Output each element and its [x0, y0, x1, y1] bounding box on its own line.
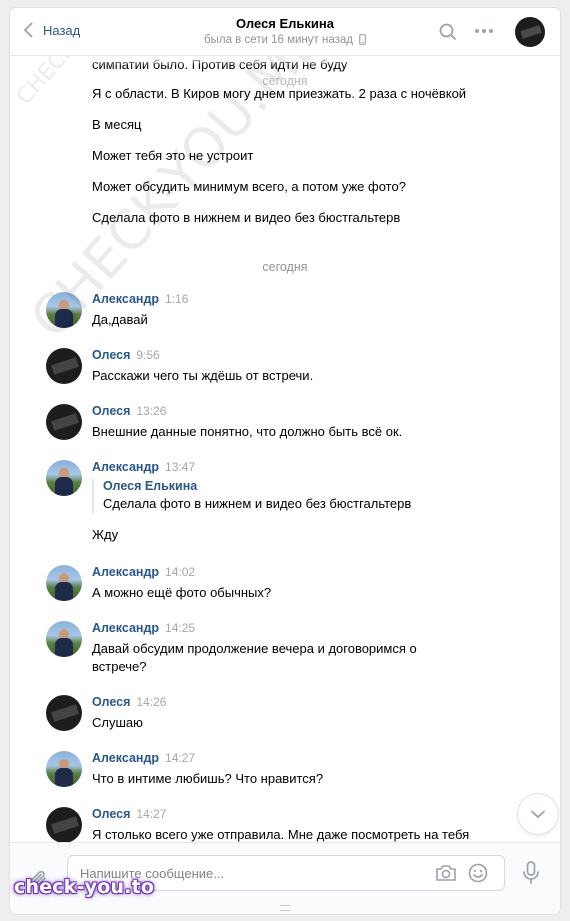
- back-button[interactable]: Назад: [24, 22, 80, 38]
- avatar[interactable]: [46, 751, 82, 787]
- message-time[interactable]: 14:27: [165, 751, 195, 765]
- message-time[interactable]: 13:47: [165, 460, 195, 474]
- message-text: Жду: [92, 527, 119, 542]
- message-time[interactable]: 13:26: [136, 404, 166, 418]
- message-author[interactable]: Олеся 14:27: [92, 807, 166, 821]
- camera-icon[interactable]: [435, 864, 457, 882]
- chat-panel: Назад Олеся Елькина была в сети 16 минут…: [10, 8, 560, 914]
- message-time[interactable]: 14:27: [136, 807, 166, 821]
- search-icon[interactable]: [439, 23, 457, 41]
- emoji-icon[interactable]: [468, 863, 488, 883]
- message-text: А можно ещё фото обычных?: [92, 585, 272, 600]
- back-chevron-icon: [24, 22, 33, 38]
- forwarded-quote[interactable]: Олеся Елькина Сделала фото в нижнем и ви…: [92, 479, 411, 513]
- message-text: Да,давай: [92, 312, 148, 327]
- message-time[interactable]: 14:02: [165, 565, 195, 579]
- avatar[interactable]: [46, 807, 82, 842]
- peer-status-text: была в сети 16 минут назад: [204, 34, 353, 46]
- avatar[interactable]: [46, 621, 82, 657]
- peer-avatar[interactable]: [515, 17, 545, 47]
- message-author[interactable]: Александр 13:47: [92, 460, 195, 474]
- history-fade: [10, 56, 560, 66]
- avatar[interactable]: [46, 460, 82, 496]
- chat-header: Назад Олеся Елькина была в сети 16 минут…: [10, 8, 560, 56]
- message-text: Давай обсудим продолжение вечера и догов…: [92, 641, 417, 674]
- message-text: Что в интиме любишь? Что нравится?: [92, 771, 324, 786]
- message-time[interactable]: 14:25: [165, 621, 195, 635]
- message-text: Я столько всего уже отправила. Мне даже …: [92, 827, 470, 842]
- message-text: Расскажи чего ты ждёшь от встречи.: [92, 368, 314, 383]
- watermark-badge: check-you.to: [14, 876, 155, 898]
- message-author[interactable]: Александр 1:16: [92, 292, 188, 306]
- message-time[interactable]: 9:56: [136, 348, 159, 362]
- message-text: Сделала фото в нижнем и видео без бюстга…: [92, 210, 401, 225]
- avatar[interactable]: [46, 292, 82, 328]
- message-author[interactable]: Александр 14:25: [92, 621, 195, 635]
- peer-name: Олеся Елькина: [235, 16, 334, 31]
- message-history: симпатии было. Против себя идти не буду …: [10, 56, 560, 842]
- chevron-down-icon: [530, 810, 546, 819]
- avatar[interactable]: [46, 695, 82, 731]
- message-text: Внешние данные понятно, что должно быть …: [92, 424, 403, 439]
- peer-status: была в сети 16 минут назад: [160, 34, 410, 46]
- message-text: Слушаю: [92, 715, 143, 730]
- avatar[interactable]: [46, 348, 82, 384]
- back-label: Назад: [43, 22, 81, 38]
- scroll-down-button[interactable]: [518, 794, 558, 834]
- message-author[interactable]: Олеся 13:26: [92, 404, 166, 418]
- message-text: В месяц: [92, 117, 142, 132]
- quote-author[interactable]: Олеся Елькина: [103, 479, 411, 493]
- message-time[interactable]: 1:16: [165, 292, 188, 306]
- message-text: Может тебя это не устроит: [92, 148, 254, 163]
- peer-info[interactable]: Олеся Елькина была в сети 16 минут назад: [160, 16, 410, 46]
- avatar[interactable]: [46, 565, 82, 601]
- message-author[interactable]: Александр 14:27: [92, 751, 195, 765]
- message-author[interactable]: Олеся 14:26: [92, 695, 166, 709]
- date-separator: сегодня: [262, 260, 308, 274]
- message-text: Я с области. В Киров могу днем приезжать…: [92, 86, 467, 101]
- phone-icon: [359, 34, 366, 45]
- message-time[interactable]: 14:26: [136, 695, 166, 709]
- composer-resize-handle[interactable]: [280, 905, 290, 911]
- message-author[interactable]: Олеся 9:56: [92, 348, 160, 362]
- microphone-icon[interactable]: [522, 861, 540, 885]
- quote-text: Сделала фото в нижнем и видео без бюстга…: [103, 496, 412, 511]
- more-icon[interactable]: [474, 22, 494, 40]
- message-author[interactable]: Александр 14:02: [92, 565, 195, 579]
- avatar[interactable]: [46, 404, 82, 440]
- message-text: Может обсудить минимум всего, а потом уж…: [92, 179, 406, 194]
